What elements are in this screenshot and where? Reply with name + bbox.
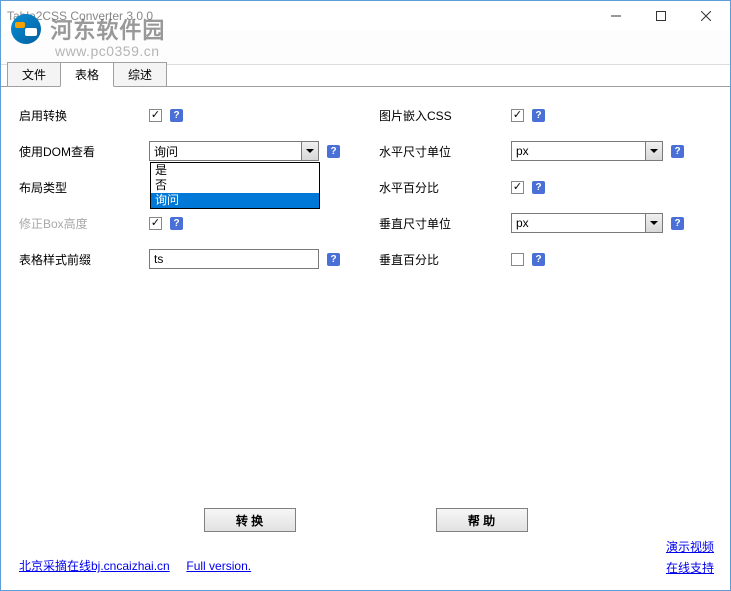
dropdown-option-ask[interactable]: 询问	[151, 193, 319, 208]
row-fix-box-height: 修正Box高度 ?	[19, 205, 379, 241]
row-enable-convert: 启用转换 ?	[19, 97, 379, 133]
v-percent-label: 垂直百分比	[379, 251, 511, 268]
close-button[interactable]	[683, 2, 728, 30]
left-column: 启用转换 ? 使用DOM查看 询问 是 否 询问 ?	[19, 97, 379, 277]
footer-links-right: 演示视频 在线支持	[666, 534, 714, 576]
row-img-embed-css: 图片嵌入CSS ?	[379, 97, 724, 133]
tab-table[interactable]: 表格	[60, 62, 114, 87]
footer-links-left: 北京采摘在线bj.cncaizhai.cn Full version.	[19, 557, 251, 574]
window-title: Table2CSS Converter 3.0.0	[7, 9, 593, 23]
use-dom-view-dropdown: 是 否 询问	[150, 162, 320, 209]
row-v-percent: 垂直百分比 ?	[379, 241, 724, 277]
h-percent-checkbox[interactable]	[511, 181, 524, 194]
v-size-unit-label: 垂直尺寸单位	[379, 215, 511, 232]
tab-file[interactable]: 文件	[7, 62, 61, 87]
v-percent-checkbox[interactable]	[511, 253, 524, 266]
full-version-link[interactable]: Full version.	[186, 559, 251, 573]
row-use-dom-view: 使用DOM查看 询问 是 否 询问 ?	[19, 133, 379, 169]
fix-box-height-label: 修正Box高度	[19, 215, 149, 232]
chevron-down-icon	[645, 214, 662, 232]
help-icon[interactable]: ?	[532, 181, 545, 194]
row-table-style-prefix: 表格样式前缀 ?	[19, 241, 379, 277]
help-icon[interactable]: ?	[170, 217, 183, 230]
chevron-down-icon	[301, 142, 318, 160]
table-style-prefix-label: 表格样式前缀	[19, 251, 149, 268]
footer-buttons: 转 换 帮 助	[1, 508, 730, 532]
help-icon[interactable]: ?	[327, 253, 340, 266]
fix-box-height-checkbox[interactable]	[149, 217, 162, 230]
use-dom-view-label: 使用DOM查看	[19, 143, 149, 160]
layout-type-label: 布局类型	[19, 179, 149, 196]
right-column: 图片嵌入CSS ? 水平尺寸单位 px ? 水平百分比 ?	[379, 97, 724, 277]
h-size-unit-value: px	[516, 144, 529, 158]
convert-button[interactable]: 转 换	[204, 508, 296, 532]
vendor-link[interactable]: 北京采摘在线bj.cncaizhai.cn	[19, 559, 170, 573]
chevron-down-icon	[645, 142, 662, 160]
form-area: 启用转换 ? 使用DOM查看 询问 是 否 询问 ?	[1, 87, 730, 277]
enable-convert-checkbox[interactable]	[149, 109, 162, 122]
tab-overview[interactable]: 综述	[113, 62, 167, 87]
help-icon[interactable]: ?	[671, 217, 684, 230]
help-icon[interactable]: ?	[170, 109, 183, 122]
table-style-prefix-field[interactable]	[154, 252, 314, 266]
use-dom-view-value: 询问	[154, 143, 178, 160]
toolbar	[1, 31, 730, 65]
h-size-unit-select[interactable]: px	[511, 141, 663, 161]
dropdown-option-yes[interactable]: 是	[151, 163, 319, 178]
help-icon[interactable]: ?	[327, 145, 340, 158]
img-embed-css-checkbox[interactable]	[511, 109, 524, 122]
img-embed-css-label: 图片嵌入CSS	[379, 107, 511, 124]
enable-convert-label: 启用转换	[19, 107, 149, 124]
v-size-unit-value: px	[516, 216, 529, 230]
use-dom-view-select[interactable]: 询问 是 否 询问	[149, 141, 319, 161]
v-size-unit-select[interactable]: px	[511, 213, 663, 233]
help-icon[interactable]: ?	[671, 145, 684, 158]
titlebar: Table2CSS Converter 3.0.0	[1, 1, 730, 31]
row-h-percent: 水平百分比 ?	[379, 169, 724, 205]
maximize-button[interactable]	[638, 2, 683, 30]
row-h-size-unit: 水平尺寸单位 px ?	[379, 133, 724, 169]
table-style-prefix-input[interactable]	[149, 249, 319, 269]
minimize-button[interactable]	[593, 2, 638, 30]
online-support-link[interactable]: 在线支持	[666, 559, 714, 576]
tabstrip: 文件 表格 综述	[1, 65, 730, 87]
demo-video-link[interactable]: 演示视频	[666, 538, 714, 555]
row-v-size-unit: 垂直尺寸单位 px ?	[379, 205, 724, 241]
help-icon[interactable]: ?	[532, 109, 545, 122]
h-percent-label: 水平百分比	[379, 179, 511, 196]
dropdown-option-no[interactable]: 否	[151, 178, 319, 193]
h-size-unit-label: 水平尺寸单位	[379, 143, 511, 160]
help-icon[interactable]: ?	[532, 253, 545, 266]
help-button[interactable]: 帮 助	[436, 508, 528, 532]
